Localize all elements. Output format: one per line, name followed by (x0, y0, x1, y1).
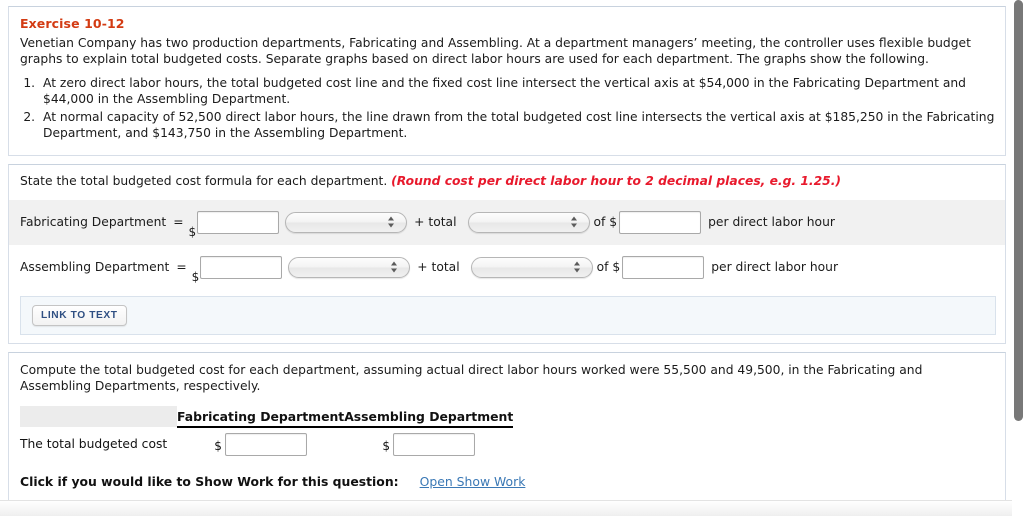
list-item: At normal capacity of 52,500 direct labo… (39, 110, 995, 141)
per-direct-labor-hour-label: per direct labor hour (711, 260, 839, 274)
table-header-row: Fabricating Department Assembling Depart… (20, 406, 514, 428)
open-show-work-link[interactable]: Open Show Work (420, 474, 526, 489)
fabricating-fixed-cost-input[interactable] (197, 210, 280, 234)
assembling-total-cell: $ (344, 427, 513, 461)
formula-row-assembling: Assembling Department = $ + total of $ p… (9, 245, 1005, 290)
dollar-sign: $ (382, 439, 391, 453)
exercise-title: Exercise 10-12 (20, 16, 125, 31)
per-direct-labor-hour-label: per direct labor hour (708, 215, 835, 229)
table-row: The total budgeted cost $ $ (20, 427, 513, 461)
assembling-rate-input[interactable] (622, 255, 705, 279)
assembling-fixed-cost-input[interactable] (200, 255, 283, 279)
chevron-updown-icon (570, 216, 578, 229)
formula-rows: Fabricating Department = $ + total of $ … (9, 199, 1005, 290)
formula-prompt: State the total budgeted cost formula fo… (9, 165, 1005, 190)
footer-band (0, 500, 1012, 516)
compute-prompt: Compute the total budgeted cost for each… (20, 363, 923, 393)
formula-row-fabricating: Fabricating Department = $ + total of $ … (9, 199, 1005, 245)
equals-sign: = (176, 260, 187, 274)
formula-row-label: Fabricating Department (20, 215, 167, 229)
of-dollar-label: of $ (596, 260, 621, 274)
fabricating-variable-type-select[interactable] (467, 211, 590, 233)
equals-sign: = (173, 215, 184, 229)
dollar-sign: $ (188, 224, 197, 239)
dollar-sign: $ (214, 439, 222, 453)
show-work-row: Click if you would like to Show Work for… (20, 474, 1005, 489)
show-work-label: Click if you would like to Show Work for… (20, 474, 399, 489)
problem-statement-panel: Exercise 10-12 Venetian Company has two … (8, 6, 1006, 156)
compute-panel: Compute the total budgeted cost for each… (8, 352, 1006, 508)
link-to-text-strip: LINK TO TEXT (20, 295, 996, 335)
chevron-updown-icon (391, 261, 398, 274)
page-root: Exercise 10-12 Venetian Company has two … (0, 0, 1024, 516)
link-to-text-button[interactable]: LINK TO TEXT (32, 304, 127, 326)
plus-total-label: + total (414, 215, 457, 229)
assembling-variable-type-select[interactable] (470, 256, 593, 278)
column-header-fabricating: Fabricating Department (177, 406, 345, 428)
column-header-assembling: Assembling Department (344, 406, 514, 428)
table-blank-header (20, 406, 177, 427)
content-column: Exercise 10-12 Venetian Company has two … (0, 0, 1012, 516)
budgeted-cost-table: Fabricating Department Assembling Depart… (20, 406, 514, 461)
rounding-note: (Round cost per direct labor hour to 2 d… (391, 174, 841, 188)
chevron-updown-icon (573, 261, 581, 274)
fabricating-cost-type-select[interactable] (285, 211, 408, 233)
dollar-sign: $ (191, 269, 200, 284)
fabricating-total-input[interactable] (224, 433, 307, 456)
vertical-scrollbar-track[interactable] (1012, 0, 1024, 516)
formula-panel: State the total budgeted cost formula fo… (8, 164, 1006, 344)
exercise-facts-list: At zero direct labor hours, the total bu… (9, 76, 1005, 141)
plus-total-label: + total (417, 260, 460, 274)
formula-row-label: Assembling Department (20, 260, 170, 274)
exercise-intro-text: Venetian Company has two production depa… (20, 36, 971, 66)
assembling-cost-type-select[interactable] (288, 256, 411, 278)
of-dollar-label: of $ (593, 215, 618, 229)
fabricating-total-cell: $ (177, 427, 344, 461)
vertical-scrollbar-thumb[interactable] (1014, 0, 1023, 421)
formula-prompt-text: State the total budgeted cost formula fo… (20, 174, 388, 188)
fabricating-rate-input[interactable] (619, 210, 702, 234)
table-row-label: The total budgeted cost (20, 437, 168, 451)
assembling-total-input[interactable] (393, 433, 476, 456)
chevron-updown-icon (388, 216, 395, 229)
list-item: At zero direct labor hours, the total bu… (39, 76, 995, 107)
